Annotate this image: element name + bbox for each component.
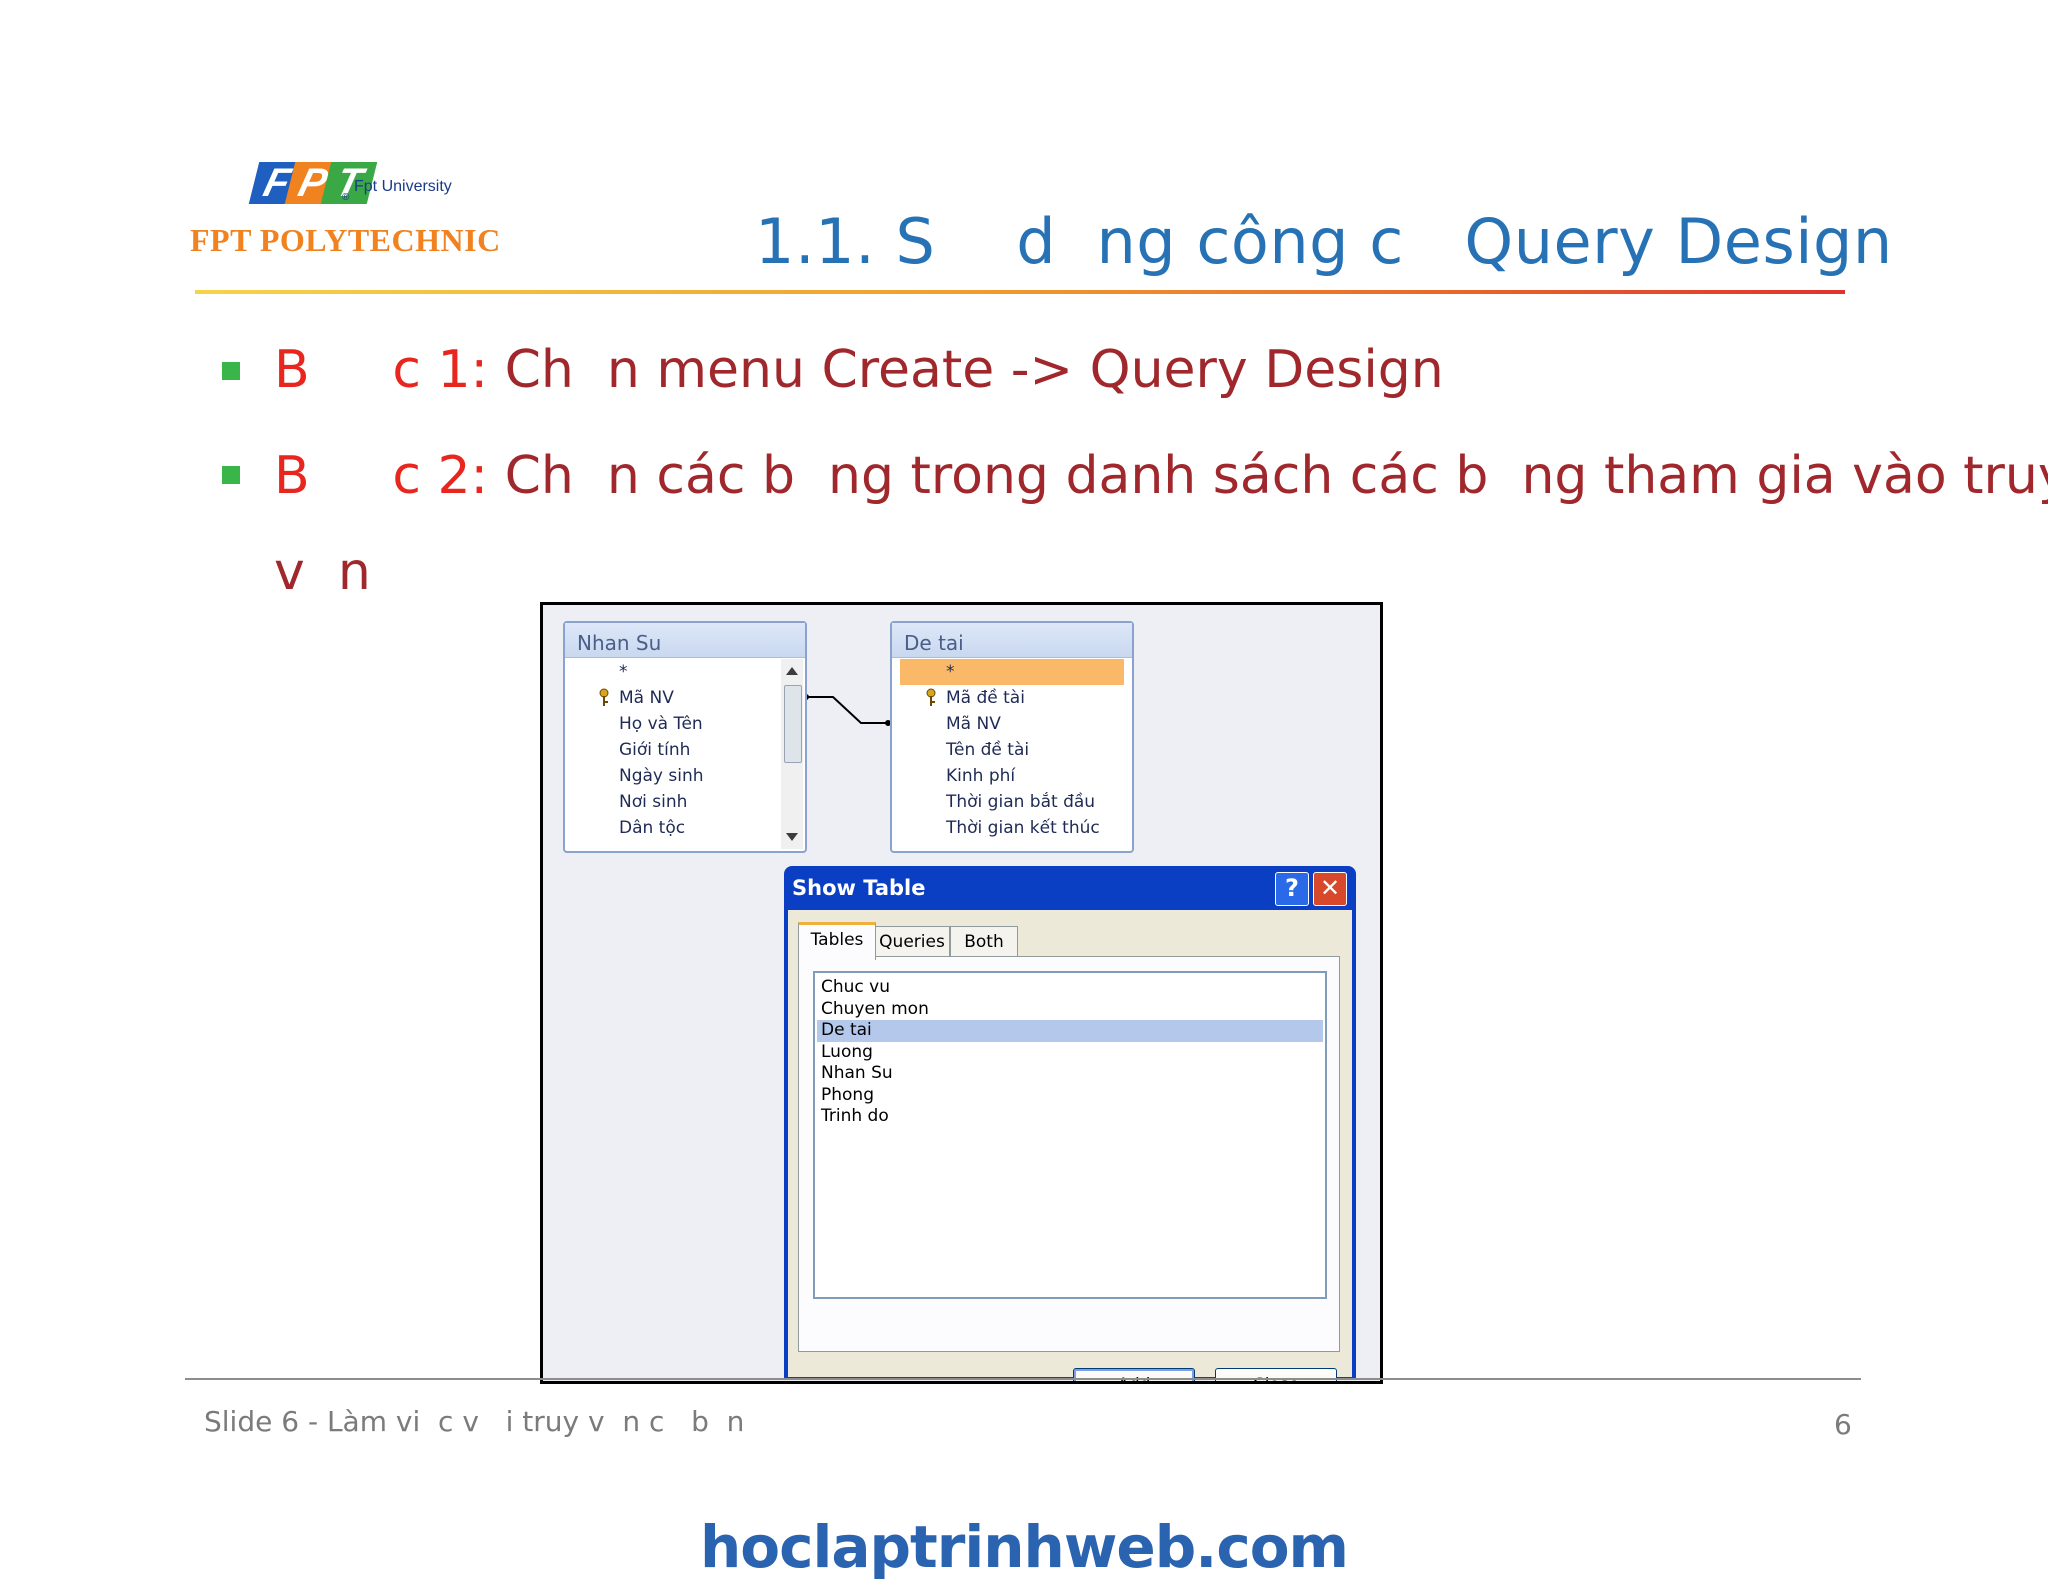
scroll-thumb[interactable]	[784, 685, 802, 763]
field-item[interactable]: Ngày sinh	[573, 763, 775, 789]
close-button[interactable]: Close	[1215, 1368, 1337, 1381]
list-item[interactable]: Chuyen mon	[817, 999, 1323, 1021]
footer-rule	[185, 1378, 1861, 1380]
vertical-scrollbar[interactable]	[781, 659, 803, 849]
field-item[interactable]: Thời gian kết thúc	[900, 815, 1124, 841]
step-2-text: Ch n các b ng trong danh sách các b ng t…	[504, 446, 2048, 506]
table-nhan-su[interactable]: Nhan Su * Mã NV Họ và Tên Giới tính Ngày…	[563, 621, 807, 853]
tab-both[interactable]: Both	[950, 926, 1018, 957]
field-item[interactable]: Mã NV	[900, 711, 1124, 737]
field-item[interactable]: Kinh phí	[900, 763, 1124, 789]
field-item[interactable]: Nơi sinh	[573, 789, 775, 815]
field-item[interactable]: Thời gian bắt đầu	[900, 789, 1124, 815]
field-item[interactable]: Mã đề tài	[900, 685, 1124, 711]
field-item[interactable]: Tên đề tài	[900, 737, 1124, 763]
scroll-down-icon[interactable]	[786, 833, 798, 841]
tab-queries[interactable]: Queries	[874, 926, 950, 957]
step-1-prefix: B c 1:	[274, 340, 505, 400]
registered-mark: ®	[342, 192, 350, 203]
polytechnic-label: FPT POLYTECHNIC	[190, 222, 501, 258]
table-listbox[interactable]: Chuc vu Chuyen mon De tai Luong Nhan Su …	[813, 971, 1327, 1299]
tab-tables[interactable]: Tables	[798, 922, 876, 960]
slide-title: 1.1. S d ng công c Query Design	[755, 205, 1893, 278]
tab-panel: Chuc vu Chuyen mon De tai Luong Nhan Su …	[798, 956, 1340, 1352]
watermark: hoclaptrinhweb.com	[700, 1513, 1349, 1581]
list-item[interactable]: Trinh do	[817, 1106, 1323, 1128]
table-de-tai[interactable]: De tai * Mã đề tài Mã NV Tên đề tài Kinh…	[890, 621, 1134, 853]
title-underline	[195, 290, 1845, 294]
primary-key-icon	[926, 688, 936, 706]
table-title[interactable]: Nhan Su	[565, 623, 805, 658]
step-2-prefix: B c 2:	[274, 446, 505, 506]
bullet-square-icon	[222, 466, 240, 484]
page-number: 6	[1834, 1408, 1852, 1441]
primary-key-icon	[599, 688, 609, 706]
bullet-step-1: B c 1: Ch n menu Create -> Query Design	[274, 340, 1444, 400]
field-item[interactable]: Mã NV	[573, 685, 775, 711]
list-item[interactable]: Phong	[817, 1085, 1323, 1107]
list-item[interactable]: Nhan Su	[817, 1063, 1323, 1085]
table-title[interactable]: De tai	[892, 623, 1132, 658]
dialog-title: Show Table	[792, 876, 926, 900]
field-item[interactable]: *	[900, 659, 1124, 685]
close-icon[interactable]: ✕	[1313, 872, 1347, 906]
bullet-step-2: B c 2: Ch n các b ng trong danh sách các…	[274, 446, 2048, 506]
step-1-text: Ch n menu Create -> Query Design	[504, 340, 1444, 400]
dialog-body: Tables Queries Both Chuc vu Chuyen mon D…	[788, 910, 1352, 1381]
show-table-dialog: Show Table ? ✕ Tables Queries Both Chuc …	[784, 866, 1356, 1381]
field-item[interactable]: *	[573, 659, 775, 685]
list-item[interactable]: Chuc vu	[817, 977, 1323, 999]
list-item[interactable]: Luong	[817, 1042, 1323, 1064]
field-item[interactable]: Họ và Tên	[573, 711, 775, 737]
list-item-selected[interactable]: De tai	[817, 1020, 1323, 1042]
step-2-continuation: v n	[274, 542, 371, 602]
bullet-square-icon	[222, 362, 240, 380]
footer-text: Slide 6 - Làm vi c v i truy v n c b n	[204, 1405, 745, 1438]
field-item[interactable]: Dân tộc	[573, 815, 775, 841]
add-button[interactable]: Add	[1073, 1368, 1195, 1381]
university-label: Fpt University	[354, 178, 452, 195]
help-icon[interactable]: ?	[1275, 872, 1309, 906]
scroll-up-icon[interactable]	[786, 667, 798, 675]
query-design-screenshot: Nhan Su * Mã NV Họ và Tên Giới tính Ngày…	[540, 602, 1383, 1384]
field-item[interactable]: Giới tính	[573, 737, 775, 763]
fpt-logo: F P T ® Fpt University FPT POLYTECHNIC	[190, 161, 530, 272]
